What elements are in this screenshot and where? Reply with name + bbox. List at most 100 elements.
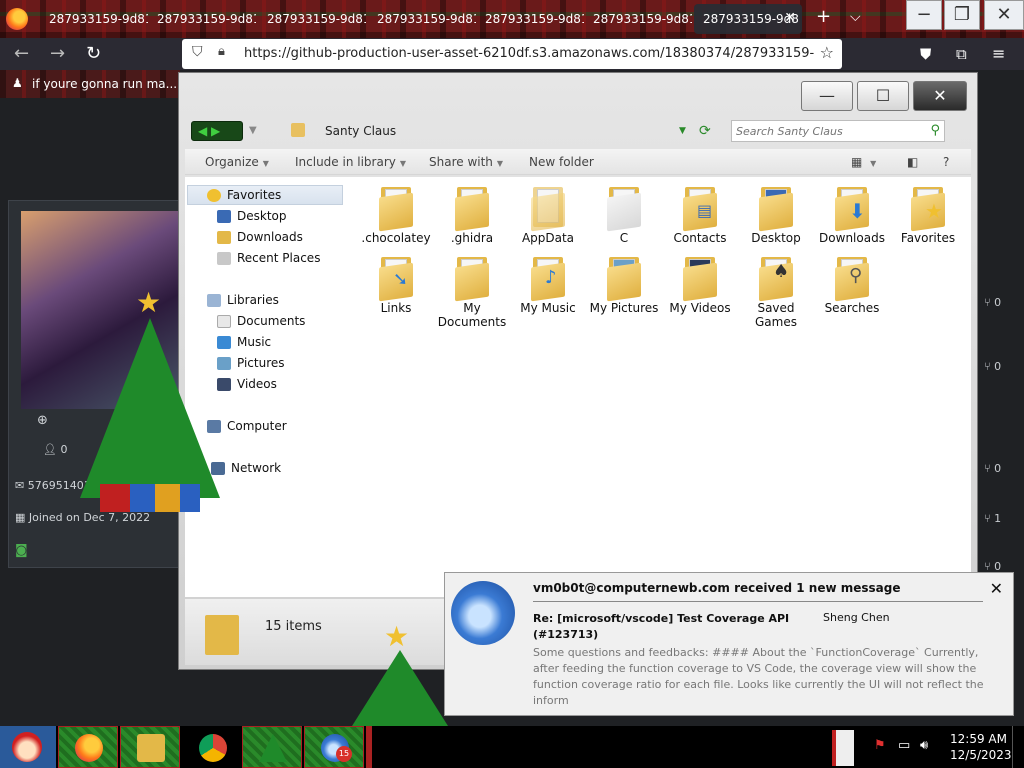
refresh-icon[interactable]: ⟳ [699,123,711,139]
nav-downloads[interactable]: Downloads [217,230,303,248]
fork-count: ⑂ 0 [984,462,1002,475]
folder-item[interactable]: ⬇ Downloads [814,185,890,245]
folder-item[interactable]: Desktop [738,185,814,245]
clock-date[interactable]: 12/5/2023 [950,748,1012,762]
forward-arrow-icon[interactable]: → [50,43,65,64]
folder-item[interactable]: ⚲ Searches [814,255,890,315]
action-center-icon[interactable]: ⚑ [874,738,886,753]
nav-network[interactable]: Network [211,461,281,479]
people-icon: 👤︎ [43,443,61,456]
nav-favorites[interactable]: Favorites [207,188,281,206]
tab-label: 287933159-9d817 [157,12,256,26]
folder-item[interactable]: My Videos [662,255,738,315]
organize-menu[interactable]: Organize ▼ [205,155,269,169]
tray-flag-icon[interactable] [832,730,854,766]
include-in-library-menu[interactable]: Include in library ▼ [295,155,406,169]
tab-label: 287933159-9d817 [485,12,584,26]
browser-tab[interactable]: 287933159-9d817 [368,4,476,34]
notification-title: vm0b0t@computernewb.com received 1 new m… [533,581,901,595]
firefox-icon[interactable] [6,8,28,30]
taskbar-chrome[interactable] [182,726,242,768]
browser-tab[interactable]: 287933159-9d817 [148,4,256,34]
explorer-minimize-button[interactable]: — [801,81,853,111]
folder-item[interactable]: ♪ My Music [510,255,586,315]
folder-item[interactable]: My Pictures [586,255,662,315]
browser-tab[interactable]: 287933159-9d817 [258,4,366,34]
zoom-icon[interactable]: ⊕ [37,413,48,428]
close-tab-icon[interactable]: ✕ [784,10,796,26]
bookmark-item[interactable]: if youre gonna run ma... [32,77,177,91]
star-icon [207,189,221,202]
url-bar[interactable]: ⛉ 🔒︎ https://github-production-user-asse… [182,39,842,69]
close-window-button[interactable]: ✕ [984,0,1024,30]
preview-pane-icon[interactable]: ◧ [907,155,918,169]
list-tabs-icon[interactable]: ⌵ [850,9,861,25]
nav-videos[interactable]: Videos [217,377,277,395]
nav-recent-places[interactable]: Recent Places [217,251,320,269]
start-button[interactable] [0,726,56,768]
nav-desktop[interactable]: Desktop [217,209,287,227]
search-input[interactable] [732,121,912,141]
address-dropdown-icon[interactable]: ▼ [679,126,686,136]
folder-icon [453,185,491,232]
menu-icon[interactable]: ≡ [992,44,1005,63]
restore-window-button[interactable]: ❐ [944,0,980,30]
followers-count[interactable]: 👤︎ 0 [43,443,67,456]
minimize-window-button[interactable]: − [906,0,942,30]
shield-icon[interactable]: ⛉ [192,44,203,60]
folder-item[interactable]: AppData [510,185,586,245]
nav-music[interactable]: Music [217,335,271,353]
folder-item[interactable]: ➘ Links [358,255,434,315]
close-notification-icon[interactable]: ✕ [990,579,1003,598]
nav-pictures[interactable]: Pictures [217,356,285,374]
back-arrow-icon[interactable]: ← [14,43,29,64]
taskbar-separator [366,726,372,768]
browser-tab[interactable]: 287933159-9d817 [584,4,692,34]
pocket-icon[interactable]: ⛊ [920,45,931,63]
folder-item[interactable]: .ghidra [434,185,510,245]
taskbar-explorer[interactable] [120,726,180,768]
views-icon[interactable]: ▦ ▼ [851,155,876,169]
taskbar-tree-app[interactable] [242,726,302,768]
recent-pages-chevron-icon[interactable]: ▼ [249,125,257,136]
nav-documents[interactable]: Documents [217,314,305,332]
taskbar-thunderbird[interactable] [304,726,364,768]
volume-icon[interactable]: 🔊︎ [920,738,928,753]
show-desktop-button[interactable] [1012,726,1022,768]
folder-item[interactable]: ♠ Saved Games [738,255,814,329]
mail-notification[interactable]: vm0b0t@computernewb.com received 1 new m… [444,572,1014,716]
nav-computer[interactable]: Computer [207,419,287,437]
bookmark-star-icon[interactable]: ☆ [820,43,834,62]
help-icon[interactable]: ? [943,155,949,169]
taskbar-firefox[interactable] [58,726,118,768]
search-icon[interactable]: ⚲ [930,123,940,138]
power-icon[interactable]: ▭ [898,738,910,753]
explorer-maximize-button[interactable]: ☐ [857,81,909,111]
notification-sender: Sheng Chen [823,611,890,624]
back-forward-buttons[interactable]: ◀ ▶ [191,121,243,141]
fork-count: ⑂ 0 [984,296,1002,309]
browser-tab[interactable]: 287933159-9d817 [40,4,148,34]
url-text[interactable]: https://github-production-user-asset-621… [244,46,814,61]
new-tab-icon[interactable]: + [816,6,831,27]
share-with-menu[interactable]: Share with ▼ [429,155,503,169]
lock-icon[interactable]: 🔒︎ [218,44,225,59]
address-bar[interactable]: Santy Claus [325,124,396,138]
nav-libraries[interactable]: Libraries [207,293,279,311]
folder-item[interactable]: ★ Favorites [890,185,966,245]
santa-start-icon [12,732,42,762]
search-box[interactable]: ⚲ [731,120,945,142]
folder-item[interactable]: My Documents [434,255,510,329]
explorer-close-button[interactable]: ✕ [913,81,967,111]
achievement-badge-icon[interactable]: ◙ [15,543,28,558]
folder-item[interactable]: C [586,185,662,245]
unread-badge: 15 [336,746,352,762]
new-folder-button[interactable]: New folder [529,155,594,169]
clock-time[interactable]: 12:59 AM [950,732,1007,746]
folder-item[interactable]: .chocolatey [358,185,434,245]
extensions-icon[interactable]: ⧉ [956,45,967,63]
reload-icon[interactable]: ↻ [86,43,101,64]
browser-tab-active[interactable]: 287933159-9d8 ✕ [694,4,802,34]
browser-tab[interactable]: 287933159-9d817 [476,4,584,34]
folder-item[interactable]: ▤ Contacts [662,185,738,245]
